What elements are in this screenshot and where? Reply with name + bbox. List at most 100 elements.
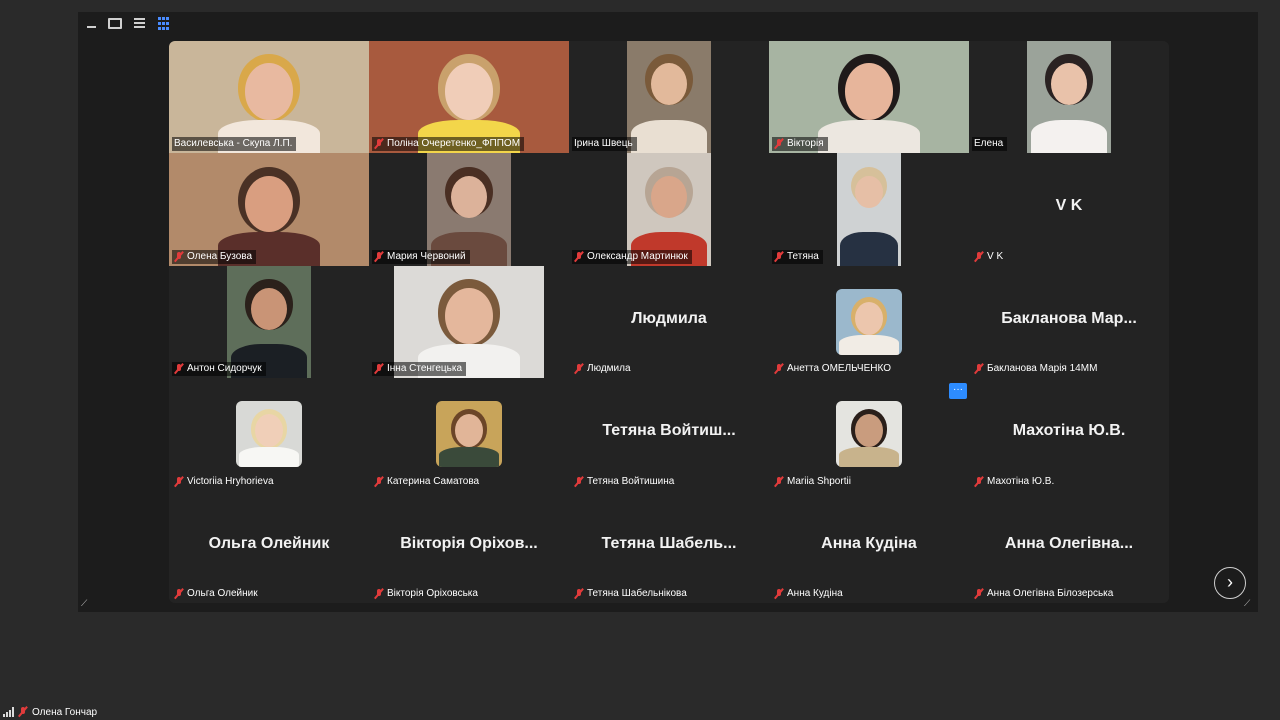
- mic-muted-icon: [574, 476, 584, 488]
- participant-video: [837, 153, 901, 266]
- participant-name-tag: Тетяна Шабельнікова: [572, 587, 691, 601]
- speaker-view-icon[interactable]: [108, 16, 122, 30]
- participant-name-tag: Інна Стенгецька: [372, 362, 467, 377]
- participant-silhouette: [245, 175, 293, 233]
- next-page-button[interactable]: ›: [1214, 567, 1246, 599]
- participant-tile[interactable]: Елена: [969, 41, 1169, 154]
- participant-display-name: Вікторія Оріхов...: [400, 534, 538, 552]
- participant-tile[interactable]: Василевська - Скупа Л.П.: [169, 41, 369, 154]
- participant-tile[interactable]: Інна Стенгецька: [369, 265, 569, 379]
- participant-avatar: [836, 401, 902, 468]
- participant-avatar: [836, 288, 902, 355]
- mic-muted-icon: [18, 706, 28, 718]
- participant-name-tag: Людмила: [572, 362, 635, 376]
- strip-view-icon[interactable]: [132, 16, 146, 30]
- participant-tile[interactable]: Анетта ОМЕЛЬЧЕНКО: [769, 265, 969, 379]
- participant-avatar: [436, 401, 502, 468]
- participant-name: Поліна Очеретенко_ФППОМ: [387, 138, 521, 150]
- participant-name: Анна Кудіна: [787, 587, 843, 599]
- participant-name: Олександр Мартинюк: [587, 250, 688, 262]
- participant-silhouette: [855, 175, 883, 208]
- participant-name-tag: Бакланова Марія 14ММ: [972, 362, 1101, 376]
- meeting-window: Василевська - Скупа Л.П. Поліна Очеретенк…: [78, 12, 1258, 612]
- participant-silhouette: [245, 63, 293, 120]
- participant-tile[interactable]: Анна Кудіна Анна Кудіна: [769, 490, 969, 603]
- participant-silhouette: [445, 288, 493, 345]
- participant-tile[interactable]: Вікторія: [769, 41, 969, 154]
- mic-muted-icon: [974, 363, 984, 375]
- participant-name-tag: Анна Олегівна Білозерська: [972, 587, 1117, 601]
- participant-name-tag: Тетяна Войтишина: [572, 475, 678, 489]
- participant-tile[interactable]: Антон Сидорчук: [169, 265, 369, 379]
- resize-handle-left-icon[interactable]: ⟋: [81, 598, 91, 608]
- mic-muted-icon: [374, 251, 384, 263]
- participant-tile[interactable]: Людмила Людмила: [569, 265, 769, 379]
- participant-silhouette: [845, 63, 893, 120]
- participant-name: Анетта ОМЕЛЬЧЕНКО: [787, 363, 891, 375]
- participant-name-tag: V K: [972, 250, 1007, 264]
- participant-name: Катерина Саматова: [387, 475, 480, 487]
- participant-tile[interactable]: Бакланова Мар... Бакланова Марія 14ММ: [969, 265, 1169, 379]
- mic-muted-icon: [374, 476, 384, 488]
- participant-silhouette: [439, 447, 499, 468]
- participant-name: Анна Олегівна Білозерська: [987, 587, 1114, 599]
- participant-tile[interactable]: Ірина Швець: [569, 41, 769, 154]
- participant-silhouette: [651, 175, 687, 218]
- more-options-button[interactable]: ···: [949, 383, 967, 399]
- participant-tile[interactable]: Олександр Мартинюк: [569, 153, 769, 266]
- mic-muted-icon: [174, 251, 184, 263]
- participant-name-tag: Mariia Shportii: [772, 475, 855, 489]
- participant-name: Олена Бузова: [187, 250, 253, 262]
- participant-name: Mariia Shportii: [787, 475, 851, 487]
- participant-video: [1027, 41, 1111, 154]
- self-view-name: Олена Гончар: [32, 706, 98, 718]
- participant-tile[interactable]: Катерина Саматова: [369, 378, 569, 491]
- gallery-view-icon[interactable]: [156, 16, 170, 30]
- participant-tile[interactable]: Анна Олегівна... Анна Олегівна Білозерськ…: [969, 490, 1169, 603]
- mic-muted-icon: [174, 476, 184, 488]
- participant-name-tag: Victoriia Hryhorieva: [172, 475, 278, 489]
- participant-name-tag: Мария Червоний: [372, 249, 470, 264]
- participant-tile[interactable]: Вікторія Оріхов... Вікторія Оріховська: [369, 490, 569, 603]
- participant-name-tag: Ольга Олейник: [172, 587, 262, 601]
- participant-tile[interactable]: V K V K: [969, 153, 1169, 266]
- participant-name: Тетяна Шабельнікова: [587, 587, 687, 599]
- mic-muted-icon: [774, 251, 784, 263]
- view-controls: [84, 16, 170, 30]
- participant-silhouette: [1051, 63, 1087, 106]
- participant-silhouette: [445, 63, 493, 120]
- participant-tile[interactable]: Махотіна Ю.В. Махотіна Ю.В.: [969, 378, 1169, 491]
- participant-silhouette: [451, 175, 487, 218]
- participant-tile[interactable]: Тетяна Войтиш... Тетяна Войтишина: [569, 378, 769, 491]
- participant-name: Victoriia Hryhorieva: [187, 475, 274, 487]
- mic-muted-icon: [374, 138, 384, 150]
- participant-tile[interactable]: Тетяна: [769, 153, 969, 266]
- participant-name-tag: Антон Сидорчук: [172, 362, 266, 377]
- participant-tile[interactable]: Поліна Очеретенко_ФППОМ: [369, 41, 569, 154]
- participant-tile[interactable]: Victoriia Hryhorieva: [169, 378, 369, 491]
- participant-tile[interactable]: Mariia Shportii: [769, 378, 969, 491]
- participant-display-name: Анна Олегівна...: [1004, 534, 1134, 552]
- participant-tile[interactable]: Мария Червоний: [369, 153, 569, 266]
- participant-name: Ірина Швець: [574, 138, 633, 150]
- participant-name: Бакланова Марія 14ММ: [987, 363, 1098, 375]
- participant-name-tag: Вікторія Оріховська: [372, 587, 482, 601]
- participant-tile[interactable]: Тетяна Шабель... Тетяна Шабельнікова: [569, 490, 769, 603]
- mic-muted-icon: [774, 363, 784, 375]
- participant-tile[interactable]: Олена Бузова: [169, 153, 369, 266]
- participant-tile[interactable]: Ольга Олейник Ольга Олейник: [169, 490, 369, 603]
- participant-name: Василевська - Скупа Л.П.: [174, 138, 293, 150]
- participant-display-name: V K: [1055, 197, 1083, 215]
- participant-name: Елена: [974, 138, 1004, 150]
- participant-name-tag: Анна Кудіна: [772, 587, 847, 601]
- minimize-icon[interactable]: [84, 16, 98, 30]
- participant-display-name: Тетяна Шабель...: [601, 534, 737, 552]
- participant-name: V K: [987, 250, 1004, 262]
- mic-muted-icon: [974, 476, 984, 488]
- participant-display-name: Ольга Олейник: [208, 534, 330, 552]
- participant-name-tag: Анетта ОМЕЛЬЧЕНКО: [772, 362, 895, 376]
- resize-handle-right-icon[interactable]: ⟋: [1244, 598, 1254, 608]
- participant-name-tag: Вікторія: [772, 137, 828, 152]
- mic-muted-icon: [374, 363, 384, 375]
- participant-display-name: Тетяна Войтиш...: [602, 422, 736, 440]
